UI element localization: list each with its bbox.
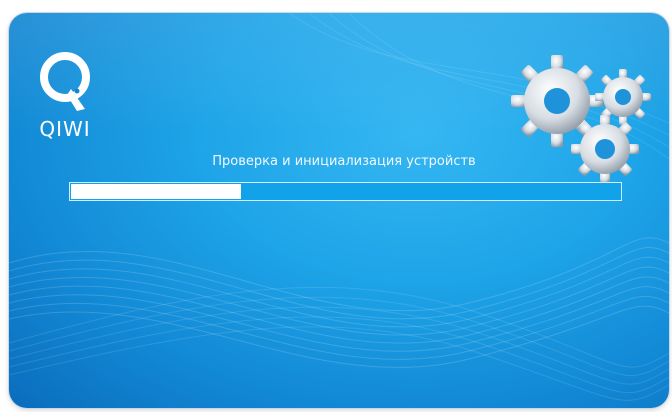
brand-name: QIWI xyxy=(39,117,91,141)
splash-window: QIWI Проверка и инициализация устройств xyxy=(0,0,672,412)
status-message: Проверка и инициализация устройств xyxy=(212,154,476,169)
splash-card: QIWI Проверка и инициализация устройств xyxy=(9,13,669,408)
progress-bar xyxy=(69,182,622,201)
gears-icon xyxy=(511,55,651,183)
progress-bar-fill xyxy=(71,184,241,199)
